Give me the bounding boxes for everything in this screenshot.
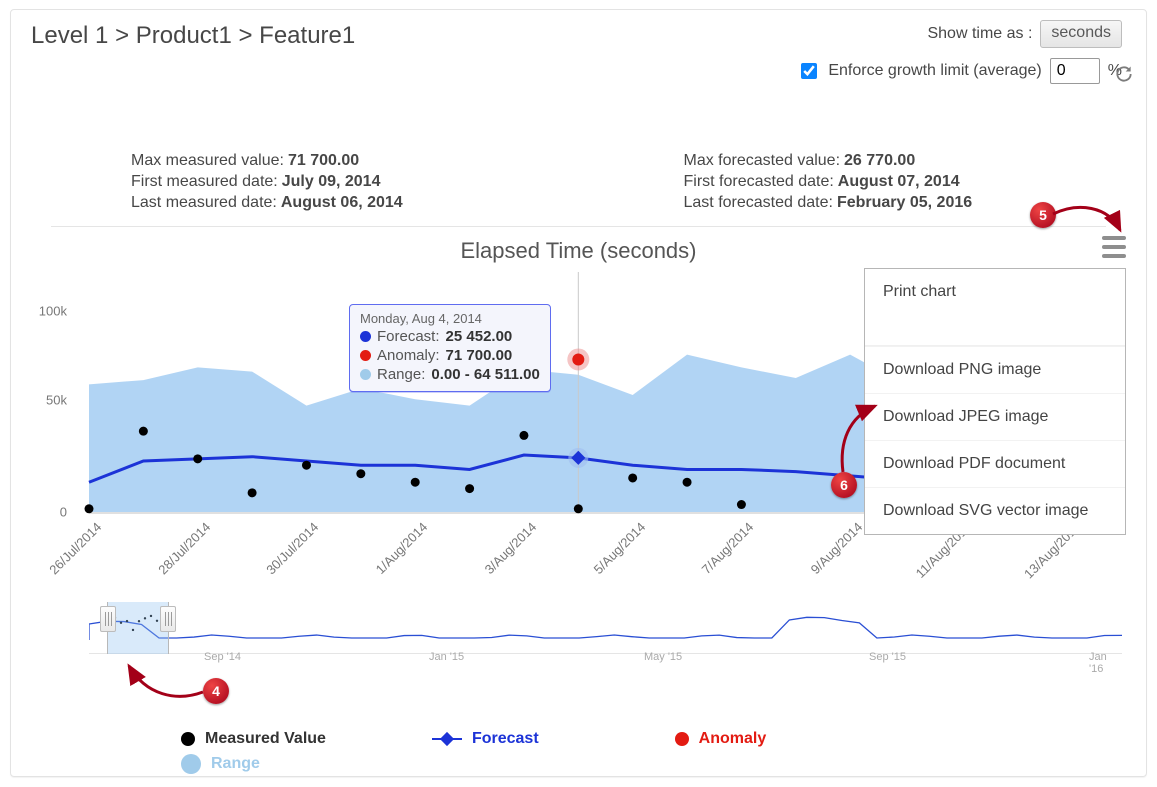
enforce-growth-label: Enforce growth limit (average) <box>828 62 1041 80</box>
x-tick: 9/Aug/2014 <box>808 519 866 577</box>
menu-item-svg[interactable]: Download SVG vector image <box>865 487 1125 534</box>
dot-icon <box>181 732 195 746</box>
menu-item-png[interactable]: Download PNG image <box>865 346 1125 393</box>
legend-label: Forecast <box>472 730 539 748</box>
panel: Level 1 > Product1 > Feature1 Show time … <box>10 9 1147 777</box>
tooltip-value: 71 700.00 <box>446 347 513 364</box>
navigator-chart[interactable]: Sep '14 Jan '15 May '15 Sep '15 Jan '16 <box>67 602 1122 664</box>
legend-item-forecast[interactable]: Forecast <box>432 730 539 748</box>
dot-icon <box>360 331 371 342</box>
tooltip-label: Anomaly: <box>377 347 440 364</box>
stat-label: First forecasted date: <box>684 173 834 190</box>
navigator-tick: Jan '15 <box>429 651 464 663</box>
navigator-handle-right[interactable] <box>160 606 176 632</box>
breadcrumb-sep: > <box>238 22 252 49</box>
tooltip-value: 0.00 - 64 511.00 <box>431 366 539 383</box>
stat-value: February 05, 2016 <box>837 194 972 211</box>
legend-item-measured[interactable]: Measured Value <box>181 730 326 748</box>
breadcrumb-l2[interactable]: Product1 <box>136 22 232 49</box>
show-time-as-label: Show time as : <box>927 25 1032 43</box>
x-tick: 1/Aug/2014 <box>373 519 431 577</box>
chart-title: Elapsed Time (seconds) <box>11 238 1146 264</box>
refresh-icon[interactable] <box>1114 64 1134 84</box>
enforce-growth-checkbox[interactable] <box>801 63 817 79</box>
dot-icon <box>675 732 689 746</box>
x-tick: 3/Aug/2014 <box>482 519 540 577</box>
app-root: Level 1 > Product1 > Feature1 Show time … <box>0 0 1157 787</box>
breadcrumb-l3[interactable]: Feature1 <box>259 22 355 49</box>
breadcrumb-sep: > <box>115 22 129 49</box>
legend-label: Anomaly <box>699 730 767 748</box>
stat-label: Last measured date: <box>131 194 277 211</box>
annotation-arrow-icon <box>837 402 897 487</box>
stat-value: August 07, 2014 <box>838 173 960 190</box>
stats-block: Max measured value:71 700.00 First measu… <box>11 150 1146 215</box>
menu-item-print[interactable]: Print chart <box>865 269 1125 315</box>
breadcrumb-l1[interactable]: Level 1 <box>31 22 108 49</box>
breadcrumb: Level 1 > Product1 > Feature1 <box>31 22 355 50</box>
navigator-ticks: Sep '14 Jan '15 May '15 Sep '15 Jan '16 <box>89 651 1122 669</box>
chart-legend: Measured Value Forecast Anomaly Range <box>181 730 1081 774</box>
dot-icon <box>360 350 371 361</box>
stat-label: Last forecasted date: <box>684 194 833 211</box>
time-unit-button[interactable]: seconds <box>1040 20 1122 48</box>
chart-export-menu: Print chart Download PNG image Download … <box>864 268 1126 535</box>
menu-gap <box>865 315 1125 346</box>
stat-value: 26 770.00 <box>844 152 915 169</box>
menu-item-pdf[interactable]: Download PDF document <box>865 440 1125 487</box>
tooltip-label: Forecast: <box>377 328 440 345</box>
dot-icon <box>181 754 201 774</box>
dot-icon <box>360 369 371 380</box>
tooltip-value: 25 452.00 <box>446 328 513 345</box>
annotation-number: 4 <box>212 683 220 699</box>
navigator-tick: Jan '16 <box>1089 651 1122 675</box>
x-tick: 28/Jul/2014 <box>155 519 213 577</box>
menu-item-jpeg[interactable]: Download JPEG image <box>865 393 1125 440</box>
stat-label: Max measured value: <box>131 152 284 169</box>
x-tick: 26/Jul/2014 <box>46 519 104 577</box>
legend-item-anomaly[interactable]: Anomaly <box>675 730 767 748</box>
diamond-line-icon <box>432 738 462 740</box>
stat-value: August 06, 2014 <box>281 194 403 211</box>
stat-value: July 09, 2014 <box>282 173 381 190</box>
stat-label: Max forecasted value: <box>684 152 841 169</box>
y-tick: 50k <box>46 393 67 408</box>
annotation-arrow-icon <box>121 660 211 715</box>
divider <box>51 226 1106 227</box>
legend-label: Range <box>211 755 260 773</box>
stats-left: Max measured value:71 700.00 First measu… <box>11 150 594 215</box>
legend-item-range[interactable]: Range <box>181 754 260 774</box>
chart-tooltip: Monday, Aug 4, 2014 Forecast: 25 452.00 … <box>349 304 551 392</box>
navigator-tick: May '15 <box>644 651 682 663</box>
legend-label: Measured Value <box>205 730 326 748</box>
x-tick: 30/Jul/2014 <box>264 519 322 577</box>
navigator-tick: Sep '15 <box>869 651 906 663</box>
stat-label: First measured date: <box>131 173 278 190</box>
tooltip-label: Range: <box>377 366 425 383</box>
stat-value: 71 700.00 <box>288 152 359 169</box>
header-controls: Show time as : seconds Enforce growth li… <box>797 20 1122 94</box>
y-tick: 0 <box>60 505 67 520</box>
navigator-handle-left[interactable] <box>100 606 116 632</box>
x-tick: 5/Aug/2014 <box>590 519 648 577</box>
tooltip-date: Monday, Aug 4, 2014 <box>360 311 540 326</box>
annotation-arrow-icon <box>1048 204 1128 249</box>
annotation-number: 5 <box>1039 207 1047 223</box>
y-tick: 100k <box>39 304 67 319</box>
growth-limit-input[interactable] <box>1050 58 1100 84</box>
x-tick: 7/Aug/2014 <box>699 519 757 577</box>
